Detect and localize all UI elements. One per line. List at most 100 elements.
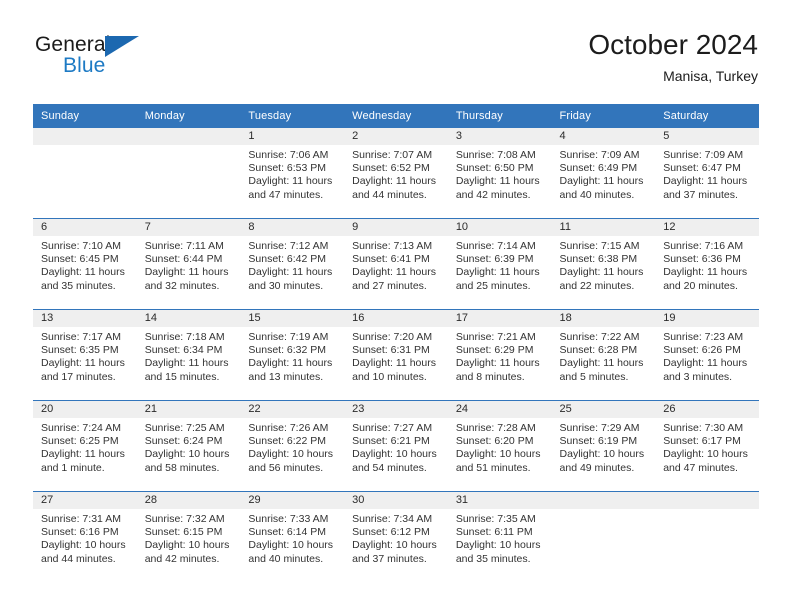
day-details: Sunrise: 7:19 AM Sunset: 6:32 PM Daylight:… <box>240 327 344 384</box>
calendar-day-cell[interactable]: 26 Sunrise: 7:30 AM Sunset: 6:17 PM Dayligh… <box>655 400 759 492</box>
sunrise-text: Sunrise: 7:18 AM <box>144 331 225 343</box>
daylight-text: Daylight: 11 hours and 40 minutes. <box>559 175 644 201</box>
day-number: 18 <box>551 310 656 327</box>
day-number: 6 <box>33 219 137 236</box>
sunrise-text: Sunrise: 7:28 AM <box>455 422 536 434</box>
calendar-day-cell[interactable]: 4 Sunrise: 7:09 AM Sunset: 6:49 PM Daylight… <box>551 128 656 219</box>
sunset-text: Sunset: 6:15 PM <box>144 526 223 539</box>
day-details: Sunrise: 7:33 AM Sunset: 6:14 PM Daylight:… <box>240 509 344 566</box>
calendar-day-cell[interactable]: 18 Sunrise: 7:22 AM Sunset: 6:28 PM Dayligh… <box>551 309 656 401</box>
calendar-day-cell[interactable]: 19 Sunrise: 7:23 AM Sunset: 6:26 PM Dayligh… <box>655 309 759 401</box>
calendar-day-cell[interactable]: 28 Sunrise: 7:32 AM Sunset: 6:15 PM Dayligh… <box>136 491 241 582</box>
day-number <box>33 128 137 145</box>
sunset-text: Sunset: 6:29 PM <box>455 344 534 357</box>
day-details: Sunrise: 7:14 AM Sunset: 6:39 PM Daylight:… <box>448 236 552 293</box>
daylight-text: Daylight: 10 hours and 47 minutes. <box>663 448 748 474</box>
day-cell-inner: 19 Sunrise: 7:23 AM Sunset: 6:26 PM Dayligh… <box>655 310 759 400</box>
sunset-text: Sunset: 6:25 PM <box>41 435 119 448</box>
calendar-day-cell <box>655 491 759 582</box>
calendar-day-cell[interactable]: 9 Sunrise: 7:13 AM Sunset: 6:41 PM Daylight… <box>344 218 448 310</box>
day-details <box>655 509 759 513</box>
sunset-text: Sunset: 6:28 PM <box>559 344 638 357</box>
day-number: 21 <box>136 401 241 418</box>
calendar-day-cell[interactable]: 21 Sunrise: 7:25 AM Sunset: 6:24 PM Dayligh… <box>136 400 241 492</box>
day-cell-inner: 27 Sunrise: 7:31 AM Sunset: 6:16 PM Dayligh… <box>33 492 137 582</box>
day-number: 3 <box>447 128 552 145</box>
calendar-day-cell[interactable]: 2 Sunrise: 7:07 AM Sunset: 6:52 PM Daylight… <box>344 128 448 219</box>
sunrise-text: Sunrise: 7:26 AM <box>248 422 329 434</box>
calendar-day-cell[interactable]: 22 Sunrise: 7:26 AM Sunset: 6:22 PM Dayligh… <box>240 400 345 492</box>
daylight-text: Daylight: 11 hours and 22 minutes. <box>559 266 644 292</box>
day-number: 28 <box>136 492 241 509</box>
calendar-day-cell[interactable]: 11 Sunrise: 7:15 AM Sunset: 6:38 PM Dayligh… <box>551 218 656 310</box>
calendar-day-cell[interactable]: 15 Sunrise: 7:19 AM Sunset: 6:32 PM Dayligh… <box>240 309 345 401</box>
day-details: Sunrise: 7:25 AM Sunset: 6:24 PM Daylight:… <box>137 418 241 475</box>
day-details: Sunrise: 7:12 AM Sunset: 6:42 PM Daylight:… <box>240 236 344 293</box>
calendar-day-cell[interactable]: 6 Sunrise: 7:10 AM Sunset: 6:45 PM Daylight… <box>33 218 137 310</box>
weekday-header-monday: Monday <box>136 104 241 128</box>
daylight-text: Daylight: 10 hours and 40 minutes. <box>248 539 334 565</box>
day-details: Sunrise: 7:31 AM Sunset: 6:16 PM Daylight:… <box>33 509 137 566</box>
calendar-day-cell[interactable]: 14 Sunrise: 7:18 AM Sunset: 6:34 PM Dayligh… <box>136 309 241 401</box>
day-number: 19 <box>655 310 759 327</box>
calendar-day-cell[interactable]: 24 Sunrise: 7:28 AM Sunset: 6:20 PM Dayligh… <box>447 400 552 492</box>
sunset-text: Sunset: 6:39 PM <box>455 253 534 266</box>
daylight-text: Daylight: 11 hours and 27 minutes. <box>352 266 436 292</box>
daylight-text: Daylight: 11 hours and 37 minutes. <box>663 175 748 201</box>
day-details: Sunrise: 7:32 AM Sunset: 6:15 PM Daylight:… <box>137 509 241 566</box>
calendar-day-cell[interactable]: 29 Sunrise: 7:33 AM Sunset: 6:14 PM Dayligh… <box>240 491 345 582</box>
calendar-day-cell[interactable]: 1 Sunrise: 7:06 AM Sunset: 6:53 PM Daylight… <box>240 128 345 219</box>
calendar-day-cell[interactable]: 27 Sunrise: 7:31 AM Sunset: 6:16 PM Dayligh… <box>33 491 137 582</box>
sunrise-text: Sunrise: 7:35 AM <box>455 513 536 525</box>
calendar-day-cell[interactable]: 10 Sunrise: 7:14 AM Sunset: 6:39 PM Dayligh… <box>447 218 552 310</box>
daylight-text: Daylight: 10 hours and 35 minutes. <box>455 539 541 565</box>
triangle-icon <box>105 36 139 57</box>
sunset-text: Sunset: 6:42 PM <box>248 253 327 266</box>
daylight-text: Daylight: 11 hours and 20 minutes. <box>663 266 748 292</box>
calendar-day-cell[interactable]: 3 Sunrise: 7:08 AM Sunset: 6:50 PM Daylight… <box>447 128 552 219</box>
day-cell-inner: 30 Sunrise: 7:34 AM Sunset: 6:12 PM Dayligh… <box>344 492 448 582</box>
day-number: 4 <box>551 128 656 145</box>
sunset-text: Sunset: 6:45 PM <box>41 253 119 266</box>
calendar-day-cell[interactable]: 23 Sunrise: 7:27 AM Sunset: 6:21 PM Dayligh… <box>344 400 448 492</box>
sunset-text: Sunset: 6:17 PM <box>663 435 741 448</box>
brand-logo[interactable]: General Blue <box>33 32 243 92</box>
calendar-body: 1 Sunrise: 7:06 AM Sunset: 6:53 PM Daylight… <box>33 128 759 582</box>
calendar-day-cell[interactable]: 8 Sunrise: 7:12 AM Sunset: 6:42 PM Daylight… <box>240 218 345 310</box>
day-details: Sunrise: 7:09 AM Sunset: 6:49 PM Daylight:… <box>552 145 656 202</box>
sunrise-text: Sunrise: 7:34 AM <box>352 513 433 525</box>
day-number: 13 <box>33 310 137 327</box>
weekday-header-tuesday: Tuesday <box>240 104 345 128</box>
day-number: 11 <box>551 219 656 236</box>
calendar-day-cell[interactable]: 13 Sunrise: 7:17 AM Sunset: 6:35 PM Dayligh… <box>33 309 137 401</box>
calendar-day-cell[interactable]: 12 Sunrise: 7:16 AM Sunset: 6:36 PM Dayligh… <box>655 218 759 310</box>
weekday-header-saturday: Saturday <box>655 104 759 128</box>
day-number: 22 <box>240 401 345 418</box>
day-cell-inner: 23 Sunrise: 7:27 AM Sunset: 6:21 PM Dayligh… <box>344 401 448 491</box>
day-cell-inner: 13 Sunrise: 7:17 AM Sunset: 6:35 PM Dayligh… <box>33 310 137 400</box>
calendar-day-cell[interactable]: 20 Sunrise: 7:24 AM Sunset: 6:25 PM Dayligh… <box>33 400 137 492</box>
day-cell-inner: 14 Sunrise: 7:18 AM Sunset: 6:34 PM Dayligh… <box>136 310 241 400</box>
day-number: 27 <box>33 492 137 509</box>
day-cell-inner <box>33 128 137 218</box>
calendar-day-cell[interactable]: 17 Sunrise: 7:21 AM Sunset: 6:29 PM Dayligh… <box>447 309 552 401</box>
calendar-day-cell[interactable]: 30 Sunrise: 7:34 AM Sunset: 6:12 PM Dayligh… <box>344 491 448 582</box>
calendar-day-cell <box>33 128 137 219</box>
calendar-day-cell[interactable]: 25 Sunrise: 7:29 AM Sunset: 6:19 PM Dayligh… <box>551 400 656 492</box>
day-details: Sunrise: 7:26 AM Sunset: 6:22 PM Daylight:… <box>240 418 344 475</box>
day-number: 24 <box>447 401 552 418</box>
day-details: Sunrise: 7:15 AM Sunset: 6:38 PM Daylight:… <box>552 236 656 293</box>
sunrise-text: Sunrise: 7:16 AM <box>663 240 744 252</box>
sunrise-text: Sunrise: 7:11 AM <box>144 240 224 252</box>
day-cell-inner: 24 Sunrise: 7:28 AM Sunset: 6:20 PM Dayligh… <box>447 401 552 491</box>
calendar-day-cell[interactable]: 31 Sunrise: 7:35 AM Sunset: 6:11 PM Dayligh… <box>447 491 552 582</box>
calendar-header-row: Sunday Monday Tuesday Wednesday Thursday… <box>33 104 759 128</box>
sunrise-text: Sunrise: 7:30 AM <box>663 422 744 434</box>
calendar-day-cell[interactable]: 5 Sunrise: 7:09 AM Sunset: 6:47 PM Daylight… <box>655 128 759 219</box>
daylight-text: Daylight: 10 hours and 58 minutes. <box>144 448 230 474</box>
calendar-day-cell[interactable]: 16 Sunrise: 7:20 AM Sunset: 6:31 PM Dayligh… <box>344 309 448 401</box>
day-details: Sunrise: 7:27 AM Sunset: 6:21 PM Daylight:… <box>344 418 448 475</box>
sunset-text: Sunset: 6:32 PM <box>248 344 327 357</box>
sunrise-text: Sunrise: 7:24 AM <box>41 422 121 434</box>
calendar-day-cell[interactable]: 7 Sunrise: 7:11 AM Sunset: 6:44 PM Daylight… <box>136 218 241 310</box>
